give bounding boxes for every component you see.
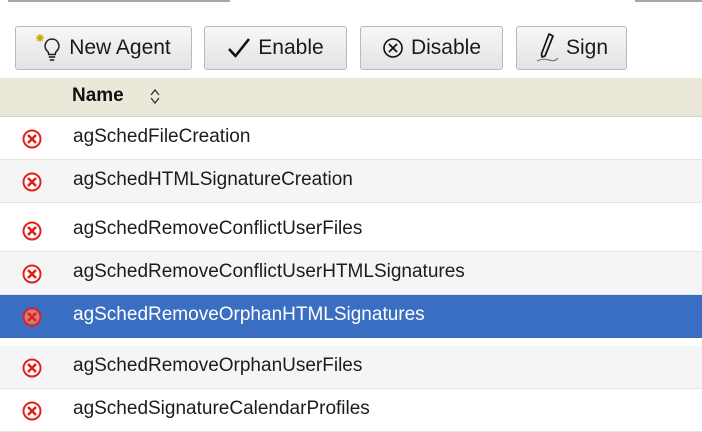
agent-name: agSchedHTMLSignatureCreation	[73, 169, 353, 190]
enable-label: Enable	[258, 36, 324, 59]
sign-button[interactable]: Sign	[516, 26, 627, 70]
disabled-x-icon	[22, 358, 42, 378]
sort-arrows-icon[interactable]	[149, 88, 161, 105]
disabled-x-icon	[22, 129, 42, 149]
agent-name: agSchedRemoveConflictUserFiles	[73, 218, 363, 239]
top-border-left	[8, 0, 230, 2]
disable-label: Disable	[410, 36, 482, 59]
table-header: Name	[0, 78, 702, 117]
agent-name: agSchedFileCreation	[73, 126, 251, 147]
circled-x-icon	[383, 38, 403, 58]
new-agent-label: New Agent	[69, 36, 171, 59]
disabled-x-icon	[22, 307, 42, 327]
table-row[interactable]: agSchedRemoveConflictUserFiles	[0, 209, 702, 252]
enable-button[interactable]: Enable	[204, 26, 347, 70]
sign-label: Sign	[565, 36, 609, 59]
disable-button[interactable]: Disable	[360, 26, 503, 70]
agent-name: agSchedRemoveOrphanHTMLSignatures	[73, 304, 425, 325]
agent-name: agSchedSignatureCalendarProfiles	[73, 398, 370, 419]
agent-name: agSchedRemoveOrphanUserFiles	[73, 355, 363, 376]
table-row[interactable]: agSchedRemoveConflictUserHTMLSignatures	[0, 252, 702, 295]
top-border-right	[635, 0, 702, 2]
table-row[interactable]: agSchedFileCreation	[0, 117, 702, 160]
disabled-x-icon	[22, 172, 42, 192]
table-row[interactable]: agSchedHTMLSignatureCreation	[0, 160, 702, 203]
lightbulb-icon	[36, 34, 60, 61]
toolbar: New Agent Enable Disable Sign	[0, 26, 702, 74]
new-agent-button[interactable]: New Agent	[15, 26, 192, 70]
disabled-x-icon	[22, 264, 42, 284]
pen-icon	[536, 33, 559, 62]
disabled-x-icon	[22, 401, 42, 421]
table-row[interactable]: agSchedRemoveOrphanUserFiles	[0, 346, 702, 389]
table-row[interactable]: agSchedSignatureCalendarProfiles	[0, 389, 702, 432]
table-row[interactable]: agSchedRemoveOrphanHTMLSignatures	[0, 295, 702, 338]
column-header-name[interactable]: Name	[72, 85, 124, 107]
disabled-x-icon	[22, 221, 42, 241]
agent-name: agSchedRemoveConflictUserHTMLSignatures	[73, 261, 465, 282]
checkmark-icon	[228, 38, 251, 58]
